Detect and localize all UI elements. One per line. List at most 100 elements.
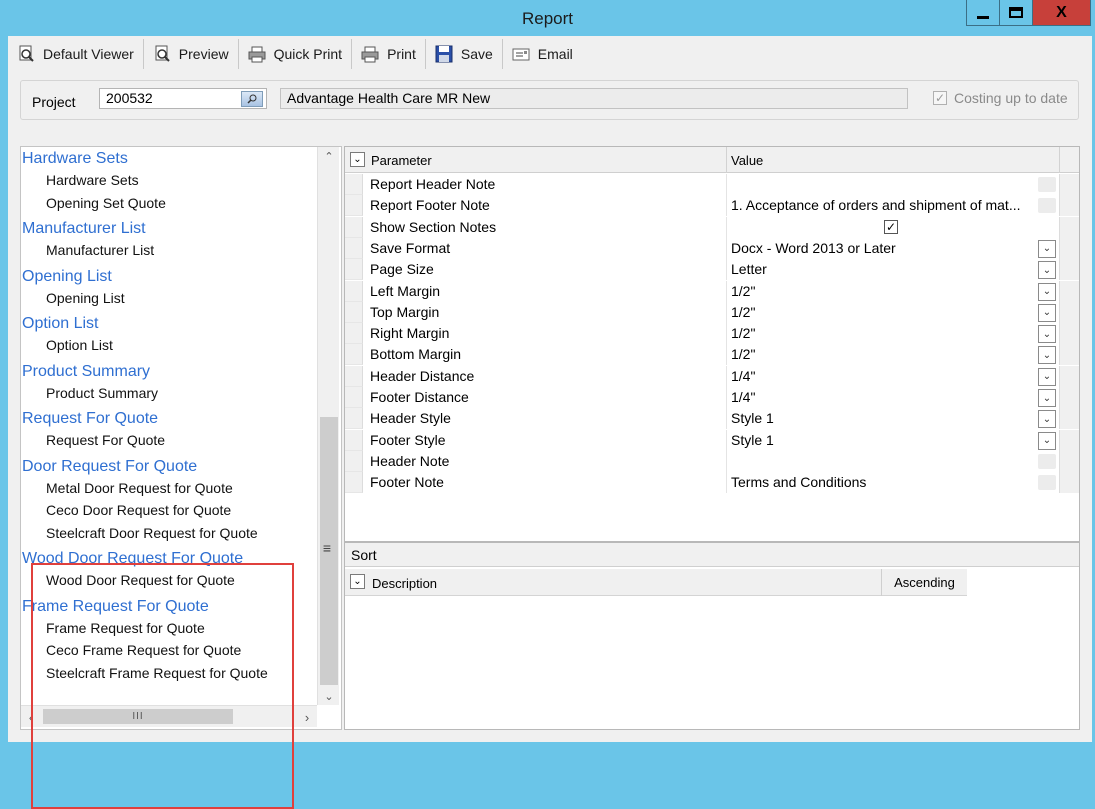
- chevron-down-icon[interactable]: ⌄: [1038, 367, 1056, 386]
- sort-column-chooser-chevron-icon[interactable]: ⌄: [350, 574, 365, 589]
- show-section-notes-checkbox[interactable]: ✓: [884, 219, 898, 234]
- chevron-down-icon[interactable]: ⌄: [1038, 346, 1056, 365]
- preview-button[interactable]: Preview: [144, 39, 239, 69]
- tree-report-item[interactable]: Opening Set Quote: [46, 195, 166, 211]
- tree-group-header[interactable]: Option List: [22, 315, 98, 333]
- chevron-down-icon[interactable]: ⌄: [1038, 303, 1056, 322]
- scroll-right-icon[interactable]: ›: [297, 706, 317, 728]
- chevron-down-icon[interactable]: ⌄: [1038, 282, 1056, 301]
- chevron-down-icon[interactable]: ⌄: [1038, 261, 1056, 280]
- tree-group-header[interactable]: Request For Quote: [22, 410, 158, 428]
- parameter-row[interactable]: Report Header Note: [345, 174, 1079, 195]
- row-selector[interactable]: [345, 174, 363, 195]
- tree-report-item[interactable]: Wood Door Request for Quote: [46, 572, 235, 588]
- column-chooser-chevron-icon[interactable]: ⌄: [350, 152, 365, 167]
- tree-report-item[interactable]: Hardware Sets: [46, 172, 139, 188]
- parameter-row[interactable]: Report Footer Note 1. Acceptance of order…: [345, 195, 1079, 217]
- parameter-value[interactable]: 1/4": [731, 389, 755, 405]
- tree-report-item[interactable]: Ceco Frame Request for Quote: [46, 642, 241, 658]
- row-selector[interactable]: [345, 450, 363, 472]
- parameter-value[interactable]: 1/2": [731, 346, 755, 362]
- parameter-column-header[interactable]: Parameter: [371, 153, 432, 168]
- tree-group-header[interactable]: Door Request For Quote: [22, 458, 197, 476]
- parameter-value[interactable]: 1/2": [731, 283, 755, 299]
- parameter-row[interactable]: Header Style Style 1 ⌄: [345, 408, 1079, 430]
- value-column-header[interactable]: Value: [731, 153, 763, 168]
- parameter-row[interactable]: Header Distance 1/4" ⌄: [345, 365, 1079, 387]
- tree-group-header[interactable]: Opening List: [22, 268, 112, 286]
- chevron-down-icon[interactable]: ⌄: [1038, 389, 1056, 407]
- row-selector[interactable]: [345, 280, 363, 302]
- edit-cell-button[interactable]: [1038, 198, 1056, 214]
- row-selector[interactable]: [345, 323, 363, 345]
- parameter-row[interactable]: Bottom Margin 1/2" ⌄: [345, 344, 1079, 366]
- title-bar[interactable]: Report X: [0, 0, 1095, 36]
- parameter-row[interactable]: Footer Note Terms and Conditions: [345, 472, 1079, 494]
- parameter-row[interactable]: Save Format Docx - Word 2013 or Later ⌄: [345, 237, 1079, 259]
- tree-report-item[interactable]: Frame Request for Quote: [46, 620, 205, 636]
- parameter-value[interactable]: Style 1: [731, 410, 774, 426]
- scroll-up-icon[interactable]: ⌃: [318, 147, 340, 165]
- tree-group-header[interactable]: Hardware Sets: [22, 150, 128, 168]
- edit-cell-button[interactable]: [1038, 475, 1056, 491]
- parameter-value[interactable]: 1/2": [731, 325, 755, 341]
- parameter-row[interactable]: Footer Distance 1/4" ⌄: [345, 387, 1079, 408]
- chevron-down-icon[interactable]: ⌄: [1038, 239, 1056, 258]
- row-selector[interactable]: [345, 387, 363, 408]
- parameter-row[interactable]: Show Section Notes ✓: [345, 216, 1079, 238]
- close-button[interactable]: X: [1032, 0, 1091, 26]
- row-selector[interactable]: [345, 472, 363, 494]
- scroll-left-icon[interactable]: ‹: [21, 706, 41, 728]
- tree-report-item[interactable]: Ceco Door Request for Quote: [46, 502, 231, 518]
- parameter-value[interactable]: 1. Acceptance of orders and shipment of …: [731, 197, 1021, 213]
- default-viewer-button[interactable]: Default Viewer: [8, 39, 144, 69]
- parameter-row[interactable]: Header Note: [345, 450, 1079, 472]
- row-selector[interactable]: [345, 195, 363, 217]
- project-lookup-button[interactable]: [241, 91, 263, 107]
- row-selector[interactable]: [345, 237, 363, 259]
- row-selector[interactable]: [345, 344, 363, 366]
- tree-vertical-scrollbar[interactable]: ⌃ ⌄: [317, 147, 339, 705]
- row-selector[interactable]: [345, 408, 363, 430]
- description-column-header[interactable]: Description: [372, 576, 437, 591]
- tree-group-header[interactable]: Product Summary: [22, 363, 150, 381]
- tree-group-header[interactable]: Manufacturer List: [22, 220, 146, 238]
- tree-horizontal-scrollbar[interactable]: ‹ III ›: [21, 705, 317, 727]
- ascending-column-header[interactable]: Ascending: [881, 569, 967, 596]
- parameter-value[interactable]: Letter: [731, 261, 767, 277]
- email-button[interactable]: Email: [503, 39, 582, 69]
- maximize-button[interactable]: [999, 0, 1033, 26]
- parameter-value[interactable]: 1/2": [731, 304, 755, 320]
- parameter-value[interactable]: Style 1: [731, 432, 774, 448]
- horizontal-scroll-thumb[interactable]: III: [43, 709, 233, 724]
- tree-report-item[interactable]: Request For Quote: [46, 432, 165, 448]
- chevron-down-icon[interactable]: ⌄: [1038, 431, 1056, 450]
- parameter-row[interactable]: Page Size Letter ⌄: [345, 259, 1079, 281]
- print-button[interactable]: Print: [352, 39, 426, 69]
- row-selector[interactable]: [345, 365, 363, 387]
- parameter-row[interactable]: Right Margin 1/2" ⌄: [345, 323, 1079, 345]
- tree-report-item[interactable]: Manufacturer List: [46, 242, 154, 258]
- parameter-value[interactable]: Terms and Conditions: [731, 474, 866, 490]
- parameter-row[interactable]: Footer Style Style 1 ⌄: [345, 429, 1079, 451]
- minimize-button[interactable]: [966, 0, 1000, 26]
- tree-report-item[interactable]: Option List: [46, 337, 113, 353]
- parameter-value[interactable]: 1/4": [731, 368, 755, 384]
- row-selector[interactable]: [345, 259, 363, 281]
- splitter-grip-icon[interactable]: ≡: [321, 540, 333, 556]
- edit-cell-button[interactable]: [1038, 177, 1056, 192]
- tree-report-item[interactable]: Steelcraft Frame Request for Quote: [46, 665, 268, 681]
- row-selector[interactable]: [345, 216, 363, 238]
- tree-report-item[interactable]: Opening List: [46, 290, 125, 306]
- tree-report-item[interactable]: Product Summary: [46, 385, 158, 401]
- scroll-down-icon[interactable]: ⌄: [318, 687, 340, 705]
- tree-group-header[interactable]: Frame Request For Quote: [22, 598, 209, 616]
- tree-report-item[interactable]: Metal Door Request for Quote: [46, 480, 233, 496]
- tree-group-header[interactable]: Wood Door Request For Quote: [22, 550, 243, 568]
- chevron-down-icon[interactable]: ⌄: [1038, 410, 1056, 429]
- edit-cell-button[interactable]: [1038, 453, 1056, 469]
- quick-print-button[interactable]: Quick Print: [239, 39, 353, 69]
- tree-report-item[interactable]: Steelcraft Door Request for Quote: [46, 525, 258, 541]
- parameter-row[interactable]: Left Margin 1/2" ⌄: [345, 280, 1079, 302]
- parameter-value[interactable]: Docx - Word 2013 or Later: [731, 240, 896, 256]
